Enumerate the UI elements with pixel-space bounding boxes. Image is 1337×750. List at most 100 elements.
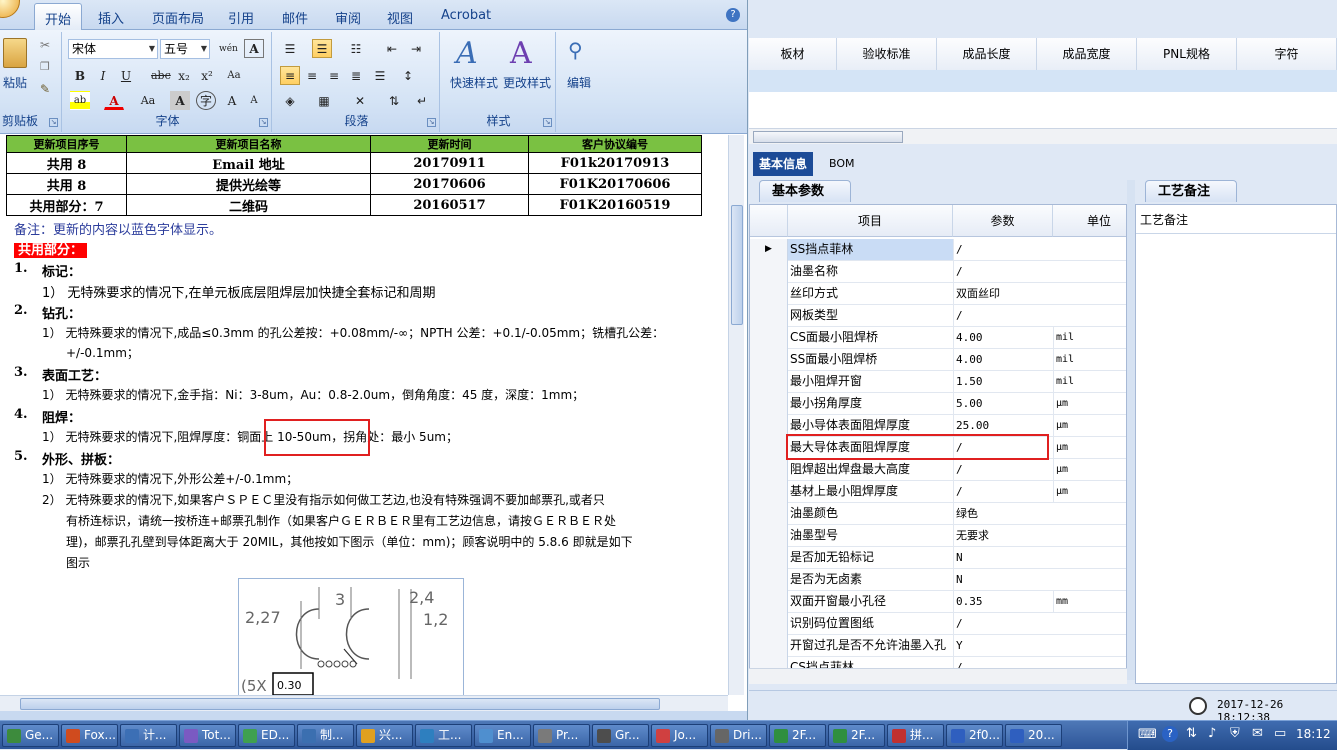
param-row[interactable]: CS面最小阻焊桥 4.00 mil [750, 327, 1126, 349]
change-styles-button[interactable]: 更改样式 [500, 74, 554, 91]
decrease-indent-icon[interactable]: ⇤ [382, 39, 402, 58]
bullets-icon[interactable]: ☰ [280, 39, 300, 58]
order-grid-selected-row[interactable] [749, 70, 1337, 92]
param-row[interactable]: 阻焊超出焊盘最大高度 / μm [750, 459, 1126, 481]
panel-splitter[interactable] [1127, 180, 1135, 680]
office-button[interactable] [0, 0, 20, 18]
param-row[interactable]: 基材上最小阻焊厚度 / μm [750, 481, 1126, 503]
row-header[interactable] [750, 393, 788, 415]
taskbar-button[interactable]: 拼... [887, 724, 944, 747]
param-item[interactable]: 最小拐角厚度 [788, 393, 953, 414]
param-value[interactable]: / [953, 459, 1053, 480]
taskbar-button[interactable]: ED... [238, 724, 295, 747]
param-item[interactable]: 是否为无卤素 [788, 569, 953, 590]
column-header-pnl[interactable]: PNL规格 [1137, 38, 1237, 70]
param-header-value[interactable]: 参数 [953, 205, 1053, 237]
row-header[interactable] [750, 261, 788, 283]
param-row[interactable]: SS面最小阻焊桥 4.00 mil [750, 349, 1126, 371]
param-value[interactable]: 25.00 [953, 415, 1053, 436]
borders-icon[interactable]: ▦ [314, 91, 334, 110]
align-right-icon[interactable]: ≡ [324, 66, 344, 85]
process-notes-panel[interactable]: 工艺备注 [1135, 204, 1337, 684]
param-item[interactable]: CS面最小阻焊桥 [788, 327, 953, 348]
taskbar-button[interactable]: Fox... [61, 724, 118, 747]
taskbar-button[interactable]: 20... [1005, 724, 1062, 747]
font-color-icon[interactable]: A [104, 91, 124, 110]
increase-indent-icon[interactable]: ⇥ [406, 39, 426, 58]
param-value[interactable]: 无要求 [953, 525, 1053, 546]
row-header[interactable]: ▶ [750, 239, 788, 261]
param-row[interactable]: 是否加无铅标记 N [750, 547, 1126, 569]
param-header-unit[interactable]: 单位 [1053, 205, 1126, 237]
param-row[interactable]: 双面开窗最小孔径 0.35 mm [750, 591, 1126, 613]
param-item[interactable]: 油墨型号 [788, 525, 953, 546]
network-icon[interactable]: ⇅ [1186, 726, 1197, 741]
param-value[interactable]: N [953, 547, 1053, 568]
order-grid-body[interactable] [749, 92, 1337, 128]
tab-bom[interactable]: BOM [823, 152, 861, 176]
font-name-select[interactable]: 宋体 ▼ [68, 39, 158, 59]
param-header-item[interactable]: 项目 [788, 205, 953, 237]
param-item[interactable]: 油墨颜色 [788, 503, 953, 524]
param-item[interactable]: 最小阻焊开窗 [788, 371, 953, 392]
help-icon[interactable]: ? [726, 8, 740, 22]
tab-home[interactable]: 开始 [34, 3, 83, 30]
paste-button[interactable]: 粘贴 [0, 74, 30, 91]
taskbar-button[interactable]: 制... [297, 724, 354, 747]
param-item[interactable]: SS面最小阻焊桥 [788, 349, 953, 370]
char-shading-icon[interactable]: A [170, 91, 190, 110]
multilevel-list-icon[interactable]: ☷ [346, 39, 366, 58]
phonetic-guide-icon[interactable]: wén [218, 39, 238, 58]
param-row[interactable]: 丝印方式 双面丝印 [750, 283, 1126, 305]
param-value[interactable]: / [953, 481, 1053, 502]
param-item[interactable]: 双面开窗最小孔径 [788, 591, 953, 612]
row-header[interactable] [750, 547, 788, 569]
paste-icon[interactable] [3, 38, 27, 68]
font-size-select[interactable]: 五号 ▼ [160, 39, 210, 59]
clear-format-icon[interactable]: Aa [224, 66, 244, 85]
tab-references[interactable]: 引用 [228, 8, 254, 27]
tab-acrobat[interactable]: Acrobat [441, 8, 491, 23]
quick-styles-button[interactable]: 快速样式 [446, 74, 502, 91]
tab-basic-info[interactable]: 基本信息 [753, 152, 814, 176]
taskbar-button[interactable]: En... [474, 724, 531, 747]
tab-basic-params[interactable]: 基本参数 [759, 180, 851, 202]
column-header-board[interactable]: 板材 [749, 38, 837, 70]
change-styles-icon[interactable]: A [510, 36, 532, 71]
param-item[interactable]: 网板类型 [788, 305, 953, 326]
row-header[interactable] [750, 415, 788, 437]
row-header[interactable] [750, 459, 788, 481]
find-icon[interactable]: ⚲ [568, 38, 583, 62]
row-header[interactable] [750, 635, 788, 657]
font-launcher-icon[interactable]: ↘ [259, 118, 268, 127]
taskbar-button[interactable]: Pr... [533, 724, 590, 747]
superscript-icon[interactable]: x² [197, 66, 217, 85]
param-row[interactable]: 网板类型 / [750, 305, 1126, 327]
highlight-icon[interactable]: ab [70, 91, 90, 110]
row-header[interactable] [750, 591, 788, 613]
tab-insert[interactable]: 插入 [98, 8, 124, 27]
param-grid-scrollbar[interactable] [749, 668, 1127, 684]
taskbar-button[interactable]: Jo... [651, 724, 708, 747]
param-item[interactable]: 识别码位置图纸 [788, 613, 953, 634]
styles-launcher-icon[interactable]: ↘ [543, 118, 552, 127]
param-row[interactable]: 油墨名称 / [750, 261, 1126, 283]
keyboard-icon[interactable]: ⌨ [1138, 727, 1157, 742]
shrink-font-icon[interactable]: A [244, 91, 264, 110]
clipboard-launcher-icon[interactable]: ↘ [49, 118, 58, 127]
param-row[interactable]: 油墨颜色 绿色 [750, 503, 1126, 525]
document-vertical-scrollbar[interactable] [728, 135, 744, 695]
volume-icon[interactable]: ♪ [1208, 726, 1216, 741]
chat-icon[interactable]: ✉ [1252, 726, 1263, 741]
column-header-width[interactable]: 成品宽度 [1037, 38, 1137, 70]
param-value[interactable]: / [953, 613, 1053, 634]
align-left-icon[interactable]: ≡ [280, 66, 300, 85]
chinese-layout-icon[interactable]: ✕ [350, 91, 370, 110]
numbering-icon[interactable]: ☰ [312, 39, 332, 58]
row-header[interactable] [750, 305, 788, 327]
param-value[interactable]: / [953, 239, 1053, 260]
param-item[interactable]: 是否加无铅标记 [788, 547, 953, 568]
taskbar-button[interactable]: 2F... [828, 724, 885, 747]
param-row[interactable]: 开窗过孔是否不允许油墨入孔 Y [750, 635, 1126, 657]
param-row[interactable]: 是否为无卤素 N [750, 569, 1126, 591]
